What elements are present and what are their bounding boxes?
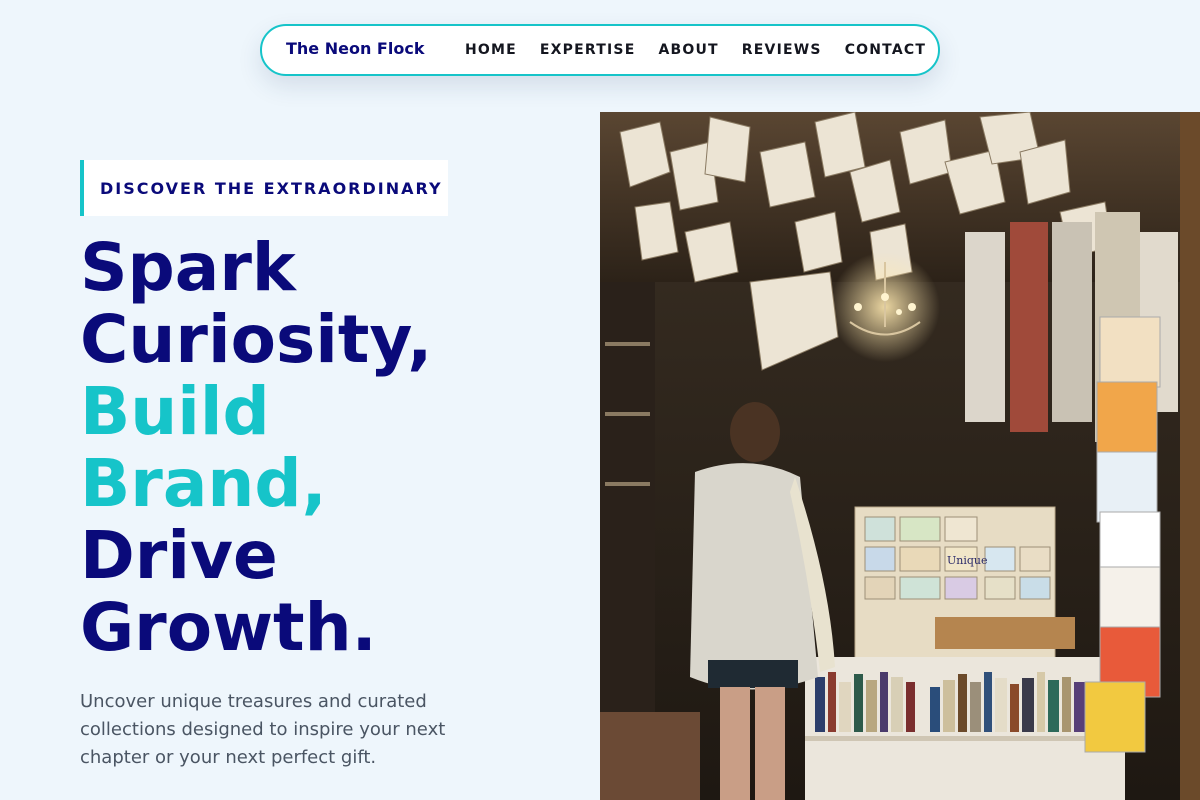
- top-nav: The Neon Flock HOME EXPERTISE ABOUT REVI…: [260, 24, 940, 76]
- headline-line-6: Growth.: [80, 589, 377, 666]
- bookshop-photo-icon: Unique: [600, 112, 1200, 800]
- nav-links: HOME EXPERTISE ABOUT REVIEWS CONTACT: [465, 42, 949, 58]
- hero-headline: Spark Curiosity, Build Brand, Drive Grow…: [80, 232, 432, 664]
- headline-line-3: Build: [80, 373, 270, 450]
- nav-link-about[interactable]: ABOUT: [658, 42, 718, 58]
- hero-subtext: Uncover unique treasures and curated col…: [80, 691, 446, 768]
- nav-link-expertise[interactable]: EXPERTISE: [540, 42, 636, 58]
- hero-eyebrow: DISCOVER THE EXTRAORDINARY: [80, 160, 448, 216]
- headline-line-4: Brand,: [80, 445, 327, 522]
- headline-line-1: Spark: [80, 229, 296, 306]
- brand-logo[interactable]: The Neon Flock: [286, 39, 424, 58]
- hero-image: Unique: [600, 112, 1200, 800]
- headline-line-2: Curiosity,: [80, 301, 433, 378]
- headline-line-5: Drive: [80, 517, 278, 594]
- nav-link-reviews[interactable]: REVIEWS: [742, 42, 822, 58]
- nav-link-contact[interactable]: CONTACT: [845, 42, 926, 58]
- postcard-script-text: Unique: [947, 554, 988, 567]
- nav-link-home[interactable]: HOME: [465, 42, 517, 58]
